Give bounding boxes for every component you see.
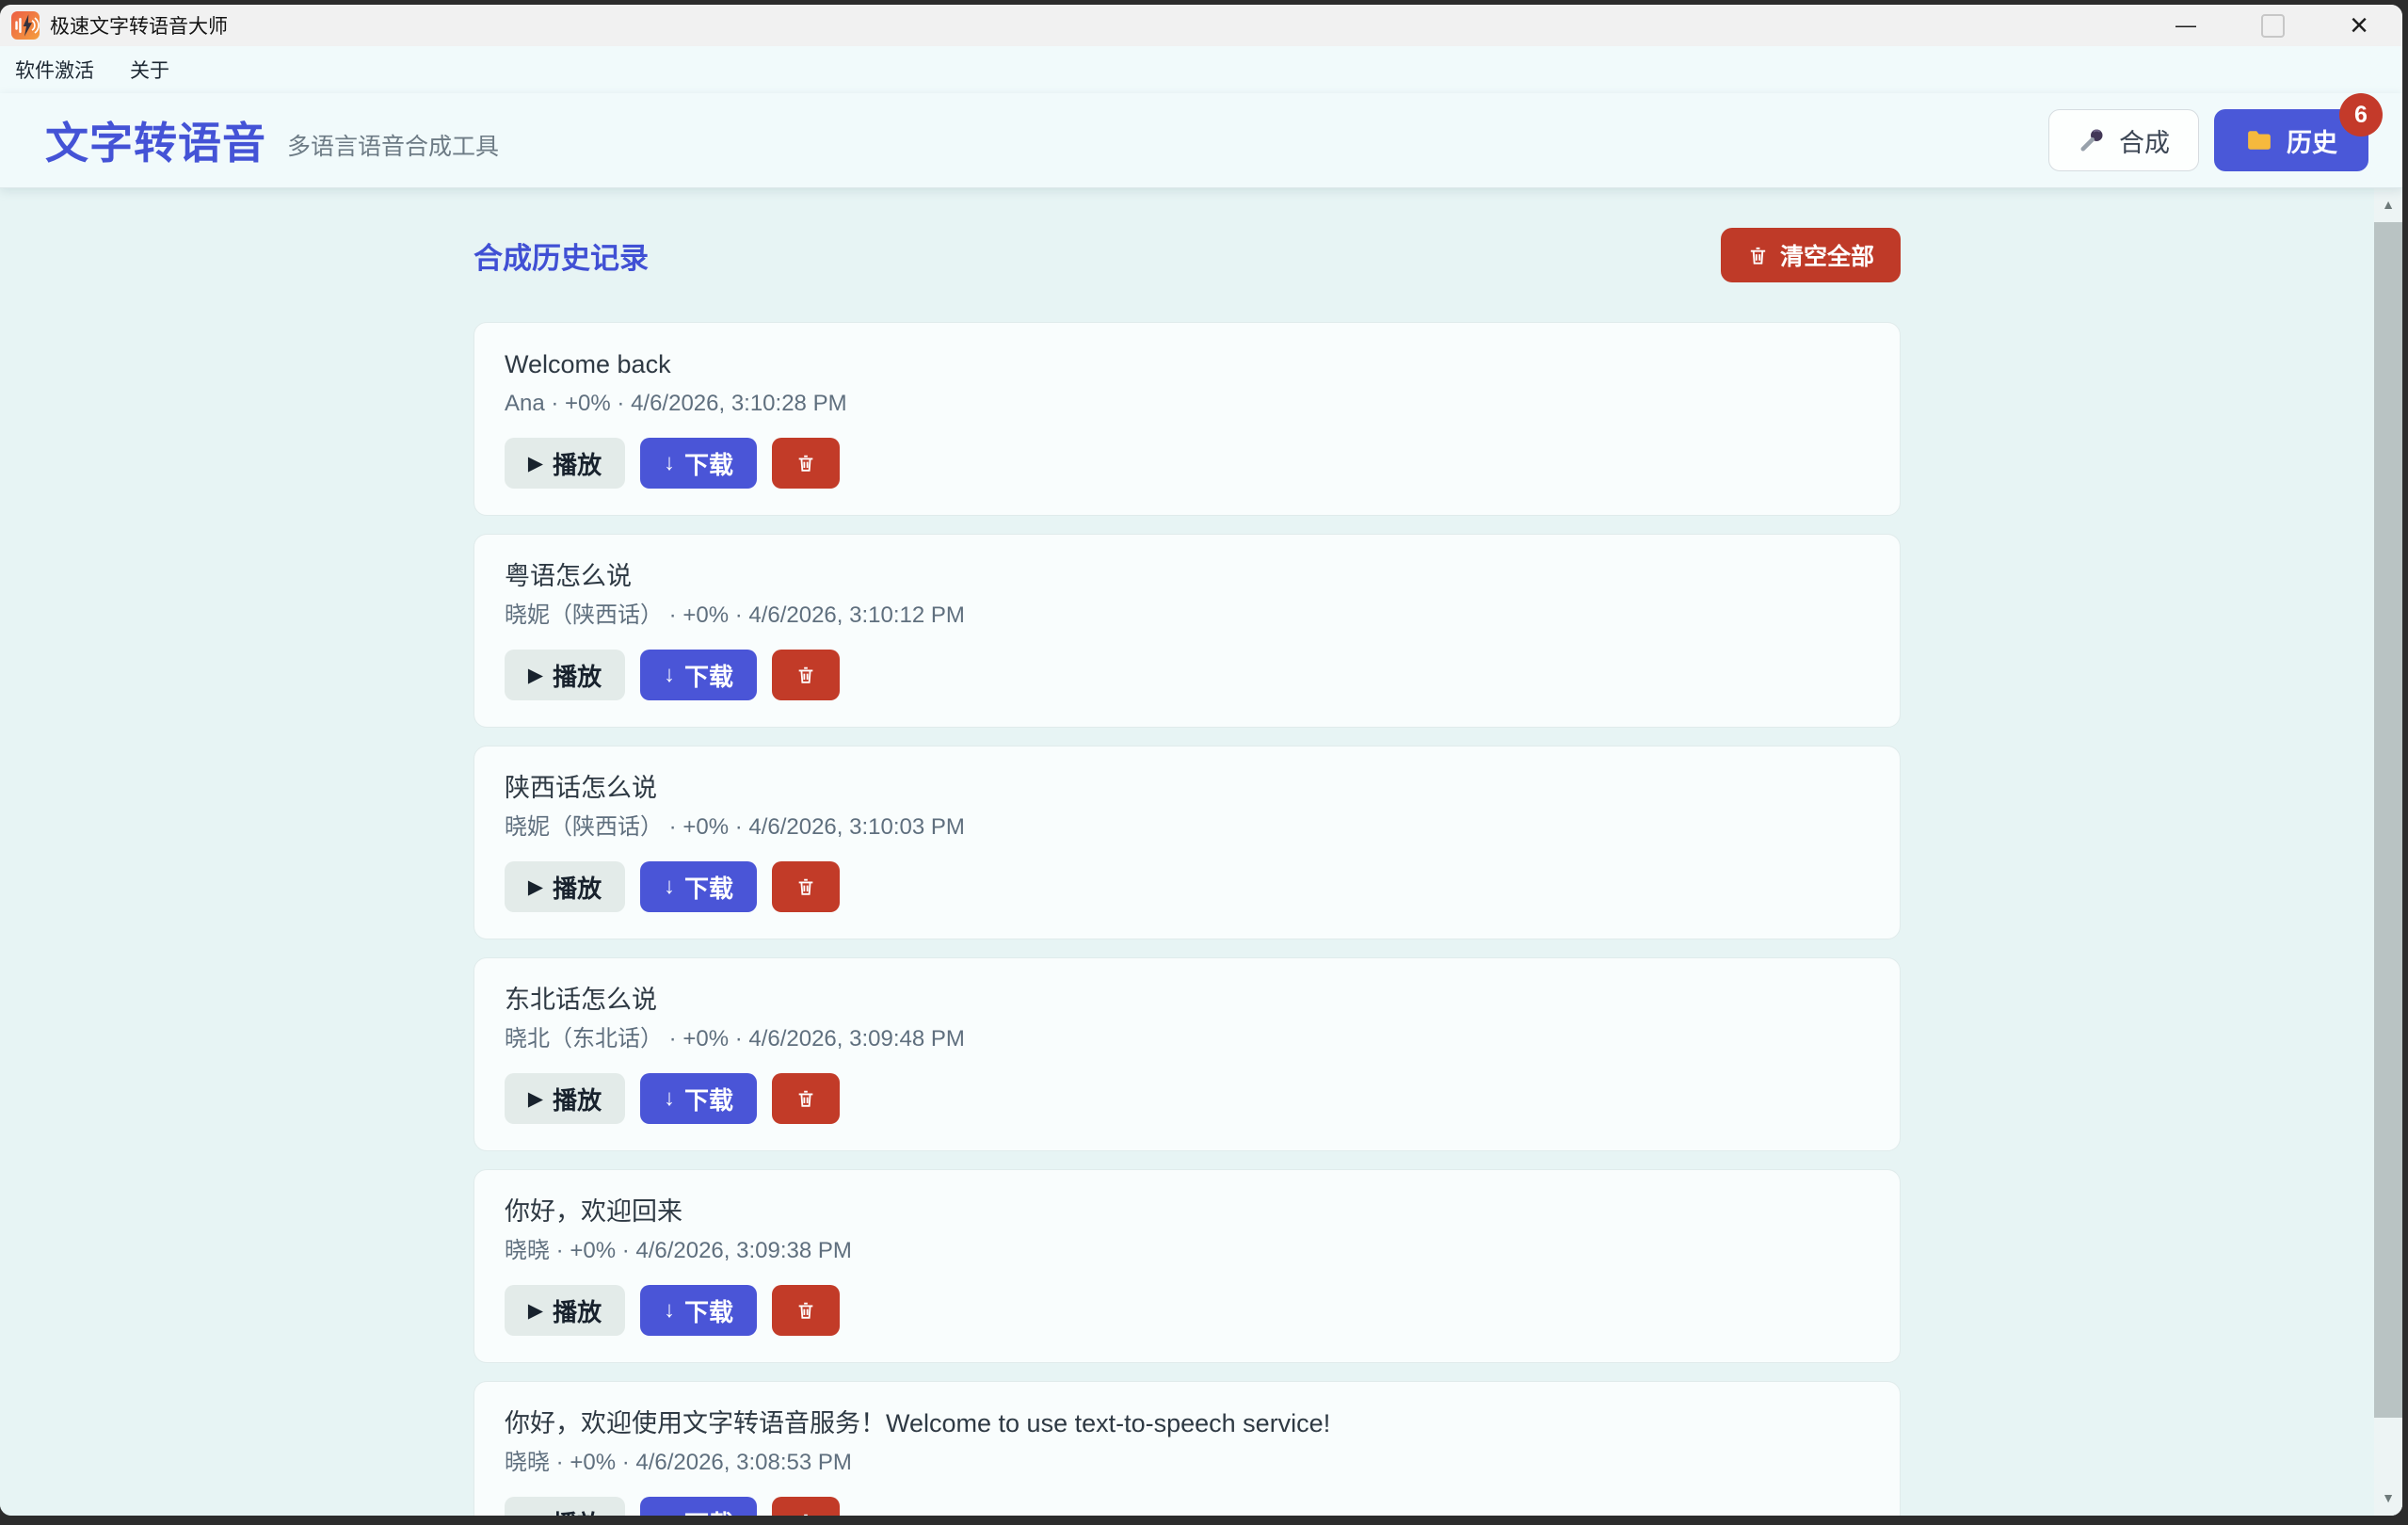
history-card: 东北话怎么说 晓北（东北话） · +0% · 4/6/2026, 3:09:48… bbox=[474, 957, 1901, 1151]
app-brand-title: 文字转语音 bbox=[45, 109, 266, 171]
download-icon: ↓ bbox=[664, 874, 675, 900]
history-item-text: 你好，欢迎回来 bbox=[505, 1196, 1870, 1227]
app-brand-subtitle: 多语言语音合成工具 bbox=[287, 119, 499, 162]
history-item-meta: 晓晓 · +0% · 4/6/2026, 3:08:53 PM bbox=[505, 1450, 1870, 1476]
history-item-actions: ▶播放 ↓下载 bbox=[505, 1285, 1870, 1336]
close-button[interactable]: × bbox=[2316, 5, 2402, 46]
trash-icon bbox=[795, 663, 816, 687]
menu-item-about[interactable]: 关于 bbox=[130, 56, 169, 84]
scroll-up-arrow-icon[interactable]: ▲ bbox=[2374, 188, 2402, 220]
vertical-scrollbar[interactable]: ▲ ▼ bbox=[2374, 188, 2402, 1516]
synthesize-tab-label: 合成 bbox=[2119, 122, 2170, 159]
download-button[interactable]: ↓下载 bbox=[640, 650, 757, 700]
history-item-text: 东北话怎么说 bbox=[505, 985, 1870, 1015]
minimize-button[interactable]: — bbox=[2143, 5, 2229, 46]
clear-all-label: 清空全部 bbox=[1780, 238, 1874, 272]
history-panel: 合成历史记录 清空全部 Welcome back Ana · +0% · 4/6… bbox=[0, 188, 2402, 1516]
page-title: 合成历史记录 bbox=[474, 234, 649, 277]
trash-icon bbox=[795, 1298, 816, 1323]
history-card: 你好，欢迎回来 晓晓 · +0% · 4/6/2026, 3:09:38 PM … bbox=[474, 1169, 1901, 1363]
delete-button[interactable] bbox=[772, 650, 840, 700]
delete-button[interactable] bbox=[772, 438, 840, 489]
app-header: 文字转语音 多语言语音合成工具 合成 历史 6 bbox=[0, 93, 2402, 188]
download-icon: ↓ bbox=[664, 1085, 675, 1112]
download-icon: ↓ bbox=[664, 450, 675, 476]
history-item-meta: 晓晓 · +0% · 4/6/2026, 3:09:38 PM bbox=[505, 1238, 1870, 1264]
history-item-meta: 晓妮（陕西话） · +0% · 4/6/2026, 3:10:03 PM bbox=[505, 814, 1870, 841]
history-count-badge: 6 bbox=[2339, 93, 2383, 136]
history-item-text: 粤语怎么说 bbox=[505, 561, 1870, 591]
play-button[interactable]: ▶播放 bbox=[505, 438, 625, 489]
delete-button[interactable] bbox=[772, 861, 840, 912]
menu-item-activate[interactable]: 软件激活 bbox=[15, 56, 94, 84]
history-card: 你好，欢迎使用文字转语音服务！Welcome to use text-to-sp… bbox=[474, 1381, 1901, 1516]
download-icon: ↓ bbox=[664, 1509, 675, 1516]
history-item-meta: 晓妮（陕西话） · +0% · 4/6/2026, 3:10:12 PM bbox=[505, 602, 1870, 629]
folder-icon bbox=[2245, 126, 2273, 154]
history-item-actions: ▶播放 ↓下载 bbox=[505, 1073, 1870, 1124]
history-item-actions: ▶播放 ↓下载 bbox=[505, 650, 1870, 700]
microphone-icon bbox=[2078, 126, 2106, 154]
download-button[interactable]: ↓下载 bbox=[640, 861, 757, 912]
history-item-text: 你好，欢迎使用文字转语音服务！Welcome to use text-to-sp… bbox=[505, 1408, 1870, 1438]
trash-icon bbox=[795, 1086, 816, 1111]
menubar: 软件激活 关于 bbox=[0, 46, 2402, 93]
maximize-icon bbox=[2261, 14, 2285, 38]
window-title: 极速文字转语音大师 bbox=[50, 11, 228, 40]
play-button[interactable]: ▶播放 bbox=[505, 1497, 625, 1516]
scrollbar-thumb[interactable] bbox=[2374, 222, 2402, 1418]
history-header-row: 合成历史记录 清空全部 bbox=[474, 228, 1901, 282]
app-logo-icon bbox=[11, 11, 40, 40]
download-icon: ↓ bbox=[664, 662, 675, 688]
history-item-meta: Ana · +0% · 4/6/2026, 3:10:28 PM bbox=[505, 391, 1870, 417]
app-window: 极速文字转语音大师 — × 软件激活 关于 文字转语音 多语言语音合成工具 合成 bbox=[0, 5, 2402, 1516]
download-button[interactable]: ↓下载 bbox=[640, 1073, 757, 1124]
history-item-text: 陕西话怎么说 bbox=[505, 773, 1870, 803]
play-icon: ▶ bbox=[528, 664, 543, 687]
history-item-actions: ▶播放 ↓下载 bbox=[505, 861, 1870, 912]
history-tab-button[interactable]: 历史 6 bbox=[2214, 109, 2368, 171]
delete-button[interactable] bbox=[772, 1073, 840, 1124]
download-button[interactable]: ↓下载 bbox=[640, 1497, 757, 1516]
scroll-down-arrow-icon[interactable]: ▼ bbox=[2374, 1482, 2402, 1514]
play-button[interactable]: ▶播放 bbox=[505, 650, 625, 700]
window-controls: — × bbox=[2143, 5, 2402, 46]
history-item-actions: ▶播放 ↓下载 bbox=[505, 438, 1870, 489]
trash-icon bbox=[795, 1510, 816, 1516]
trash-icon bbox=[795, 451, 816, 475]
history-card: Welcome back Ana · +0% · 4/6/2026, 3:10:… bbox=[474, 322, 1901, 516]
history-item-text: Welcome back bbox=[505, 349, 1870, 379]
history-card: 陕西话怎么说 晓妮（陕西话） · +0% · 4/6/2026, 3:10:03… bbox=[474, 746, 1901, 939]
history-card: 粤语怎么说 晓妮（陕西话） · +0% · 4/6/2026, 3:10:12 … bbox=[474, 534, 1901, 728]
play-icon: ▶ bbox=[528, 875, 543, 899]
download-button[interactable]: ↓下载 bbox=[640, 1285, 757, 1336]
history-item-meta: 晓北（东北话） · +0% · 4/6/2026, 3:09:48 PM bbox=[505, 1026, 1870, 1052]
header-actions: 合成 历史 6 bbox=[2048, 109, 2368, 171]
play-icon: ▶ bbox=[528, 1299, 543, 1323]
play-button[interactable]: ▶播放 bbox=[505, 861, 625, 912]
history-item-actions: ▶播放 ↓下载 bbox=[505, 1497, 1870, 1516]
maximize-button[interactable] bbox=[2229, 5, 2316, 46]
trash-icon bbox=[795, 875, 816, 899]
play-icon: ▶ bbox=[528, 452, 543, 475]
history-tab-label: 历史 bbox=[2287, 122, 2337, 159]
trash-icon bbox=[1747, 245, 1769, 266]
play-button[interactable]: ▶播放 bbox=[505, 1073, 625, 1124]
delete-button[interactable] bbox=[772, 1497, 840, 1516]
play-button[interactable]: ▶播放 bbox=[505, 1285, 625, 1336]
delete-button[interactable] bbox=[772, 1285, 840, 1336]
play-icon: ▶ bbox=[528, 1087, 543, 1111]
download-icon: ↓ bbox=[664, 1297, 675, 1324]
play-icon: ▶ bbox=[528, 1511, 543, 1517]
download-button[interactable]: ↓下载 bbox=[640, 438, 757, 489]
titlebar: 极速文字转语音大师 — × bbox=[0, 5, 2402, 46]
synthesize-tab-button[interactable]: 合成 bbox=[2048, 109, 2199, 171]
clear-all-button[interactable]: 清空全部 bbox=[1721, 228, 1901, 282]
